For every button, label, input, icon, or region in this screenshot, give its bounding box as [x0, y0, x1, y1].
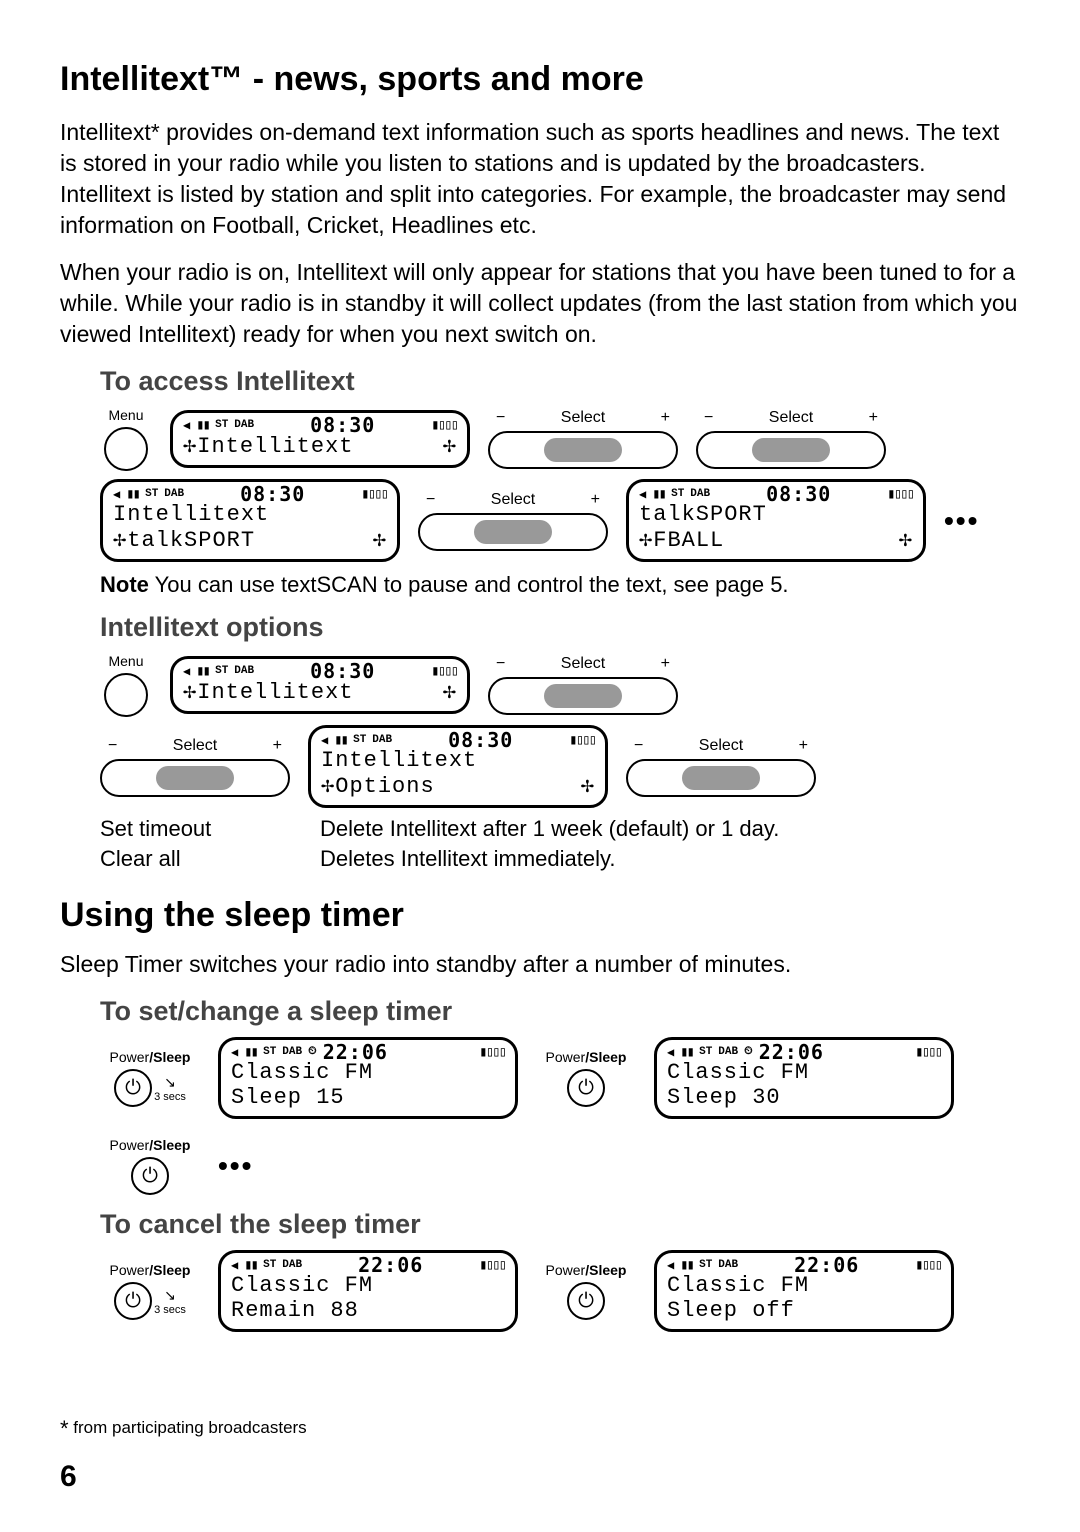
menu-knob[interactable] [104, 673, 148, 717]
timer-icon: ⏲ [744, 1046, 753, 1058]
select-rocker[interactable] [418, 513, 608, 551]
sleep-intro: Sleep Timer switches your radio into sta… [60, 949, 1020, 980]
diagram-access: Menu ◀ ▮▮ ST DAB 08:30 ▮▯▯▯ ✢Intellitext… [100, 407, 1020, 562]
opt-key: Set timeout [100, 816, 320, 842]
ellipsis-icon: ••• [944, 505, 979, 537]
lcd-fball: ◀▮▮ STDAB 08:30 ▮▯▯▯ talkSPORT ✢FBALL✢ [626, 479, 926, 562]
page-number: 6 [60, 1460, 77, 1494]
power-button[interactable]: ⏻ [567, 1282, 605, 1320]
power-button[interactable]: ⏻ [114, 1069, 152, 1107]
lcd-intellitext: ◀ ▮▮ ST DAB 08:30 ▮▯▯▯ ✢Intellitext✢ [170, 410, 470, 468]
subheading-cancel-sleep: To cancel the sleep timer [100, 1209, 1020, 1240]
plus-label: + [661, 409, 670, 427]
power-button[interactable]: ⏻ [114, 1282, 152, 1320]
lcd-sleepoff: ◀▮▮ STDAB 22:06 ▮▯▯▯ Classic FM Sleep of… [654, 1250, 954, 1332]
footnote: * from participating broadcasters [60, 1416, 307, 1442]
select-rocker[interactable] [696, 431, 886, 469]
diagram-options: Menu ◀▮▮ STDAB 08:30 ▮▯▯▯ ✢Intellitext✢ … [100, 653, 1020, 808]
intro-paragraph-1: Intellitext* provides on-demand text inf… [60, 117, 1020, 241]
diagram-set-sleep: Power/Sleep ⏻↘3 secs ◀▮▮ STDAB ⏲ 22:06 ▮… [100, 1037, 1020, 1195]
subheading-access: To access Intellitext [100, 366, 1020, 397]
select-rocker[interactable] [100, 759, 290, 797]
opt-val: Deletes Intellitext immediately. [320, 846, 616, 872]
hold-3secs: 3 secs [154, 1091, 186, 1103]
lcd-intellitext: ◀▮▮ STDAB 08:30 ▮▯▯▯ ✢Intellitext✢ [170, 656, 470, 714]
power-button[interactable]: ⏻ [567, 1069, 605, 1107]
subheading-set-sleep: To set/change a sleep timer [100, 996, 1020, 1027]
note-textscan: Note You can use textSCAN to pause and c… [100, 572, 1020, 598]
select-label: Select [505, 409, 660, 427]
opt-val: Delete Intellitext after 1 week (default… [320, 816, 779, 842]
power-button[interactable]: ⏻ [131, 1157, 169, 1195]
options-table: Set timeoutDelete Intellitext after 1 we… [100, 816, 1020, 872]
lcd-sleep15: ◀▮▮ STDAB ⏲ 22:06 ▮▯▯▯ Classic FM Sleep … [218, 1037, 518, 1119]
opt-key: Clear all [100, 846, 320, 872]
lcd-talksport: ◀▮▮ STDAB 08:30 ▮▯▯▯ Intellitext ✢talkSP… [100, 479, 400, 562]
heading-sleep: Using the sleep timer [60, 896, 1020, 935]
st-icon: ST [215, 419, 228, 431]
select-rocker[interactable] [488, 677, 678, 715]
menu-knob[interactable] [104, 427, 148, 471]
lcd-sleep30: ◀▮▮ STDAB ⏲ 22:06 ▮▯▯▯ Classic FM Sleep … [654, 1037, 954, 1119]
minus-label: − [496, 409, 505, 427]
lcd-options: ◀▮▮ STDAB 08:30 ▮▯▯▯ Intellitext ✢Option… [308, 725, 608, 808]
select-rocker[interactable] [626, 759, 816, 797]
left-arrow-icon: ◀ [183, 418, 190, 433]
dab-icon: DAB [234, 419, 254, 431]
select-rocker[interactable] [488, 431, 678, 469]
ellipsis-icon: ••• [218, 1150, 253, 1182]
battery-icon: ▮▯▯▯ [431, 417, 457, 434]
signal-icon: ▮▮ [196, 417, 209, 434]
page-title: Intellitext™ - news, sports and more [60, 60, 1020, 99]
menu-label: Menu [108, 407, 143, 423]
subheading-options: Intellitext options [100, 612, 1020, 643]
intro-paragraph-2: When your radio is on, Intellitext will … [60, 257, 1020, 350]
lcd-remain: ◀▮▮ STDAB 22:06 ▮▯▯▯ Classic FM Remain 8… [218, 1250, 518, 1332]
lcd-text: ✢Intellitext [183, 433, 353, 459]
timer-icon: ⏲ [308, 1046, 317, 1058]
diagram-cancel-sleep: Power/Sleep ⏻↘3 secs ◀▮▮ STDAB 22:06 ▮▯▯… [100, 1250, 1020, 1332]
